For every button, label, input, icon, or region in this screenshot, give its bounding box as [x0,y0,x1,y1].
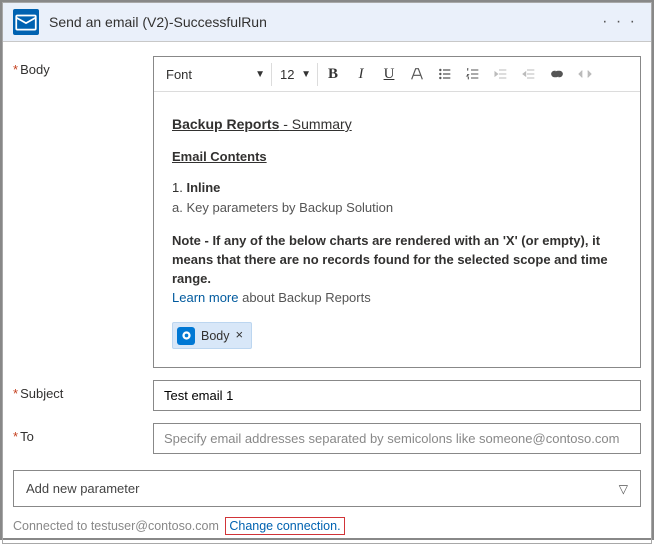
body-list-item-1: 1. Inline [172,179,622,198]
subject-label: *Subject [13,380,153,401]
bullet-list-button[interactable] [432,61,458,87]
chevron-down-icon: ▽ [619,482,628,496]
required-marker: * [13,386,18,401]
indent-button[interactable] [516,61,542,87]
code-view-button[interactable] [572,61,598,87]
editor-toolbar: Font ▼ 12 ▼ B I U [154,57,640,92]
connected-to-text: Connected to testuser@contoso.com [13,519,219,533]
required-marker: * [13,62,18,77]
outdent-button[interactable] [488,61,514,87]
body-list-item-1a: a. Key parameters by Backup Solution [172,199,622,218]
add-parameter-label: Add new parameter [26,481,139,496]
body-section-heading: Email Contents [172,148,622,167]
card-body: *Body Font ▼ 12 ▼ B I [3,42,651,468]
change-connection-link[interactable]: Change connection. [225,517,344,535]
to-input[interactable] [153,423,641,454]
font-size-select[interactable]: 12 ▼ [274,63,318,86]
font-color-button[interactable] [404,61,430,87]
body-row: *Body Font ▼ 12 ▼ B I [13,56,641,368]
card-title: Send an email (V2)-SuccessfulRun [49,14,598,30]
subject-row: *Subject [13,380,641,411]
email-action-card: Send an email (V2)-SuccessfulRun · · · *… [2,2,652,544]
link-button[interactable] [544,61,570,87]
body-learn-more: Learn more about Backup Reports [172,289,622,308]
body-editor: Font ▼ 12 ▼ B I U [153,56,641,368]
to-label: *To [13,423,153,444]
chip-remove-button[interactable]: × [236,326,244,345]
numbered-list-button[interactable] [460,61,486,87]
connection-footer: Connected to testuser@contoso.com Change… [3,515,651,543]
outlook-icon [13,9,39,35]
bold-button[interactable]: B [320,61,346,87]
chip-label: Body [201,327,230,345]
card-header: Send an email (V2)-SuccessfulRun · · · [3,3,651,42]
underline-button[interactable]: U [376,61,402,87]
to-row: *To [13,423,641,454]
dynamic-content-icon [177,327,195,345]
body-label: *Body [13,56,153,77]
learn-more-link[interactable]: Learn more [172,290,238,305]
dynamic-content-chip-body[interactable]: Body × [172,322,252,349]
body-title-line: Backup Reports - Summary [172,114,622,134]
caret-down-icon: ▼ [255,69,265,80]
font-family-select[interactable]: Font ▼ [160,63,272,86]
required-marker: * [13,429,18,444]
italic-button[interactable]: I [348,61,374,87]
body-note: Note - If any of the below charts are re… [172,232,622,289]
caret-down-icon: ▼ [301,69,311,80]
add-new-parameter-dropdown[interactable]: Add new parameter ▽ [13,470,641,507]
more-menu-button[interactable]: · · · [598,11,641,33]
body-content-area[interactable]: Backup Reports - Summary Email Contents … [154,92,640,367]
subject-input[interactable] [153,380,641,411]
